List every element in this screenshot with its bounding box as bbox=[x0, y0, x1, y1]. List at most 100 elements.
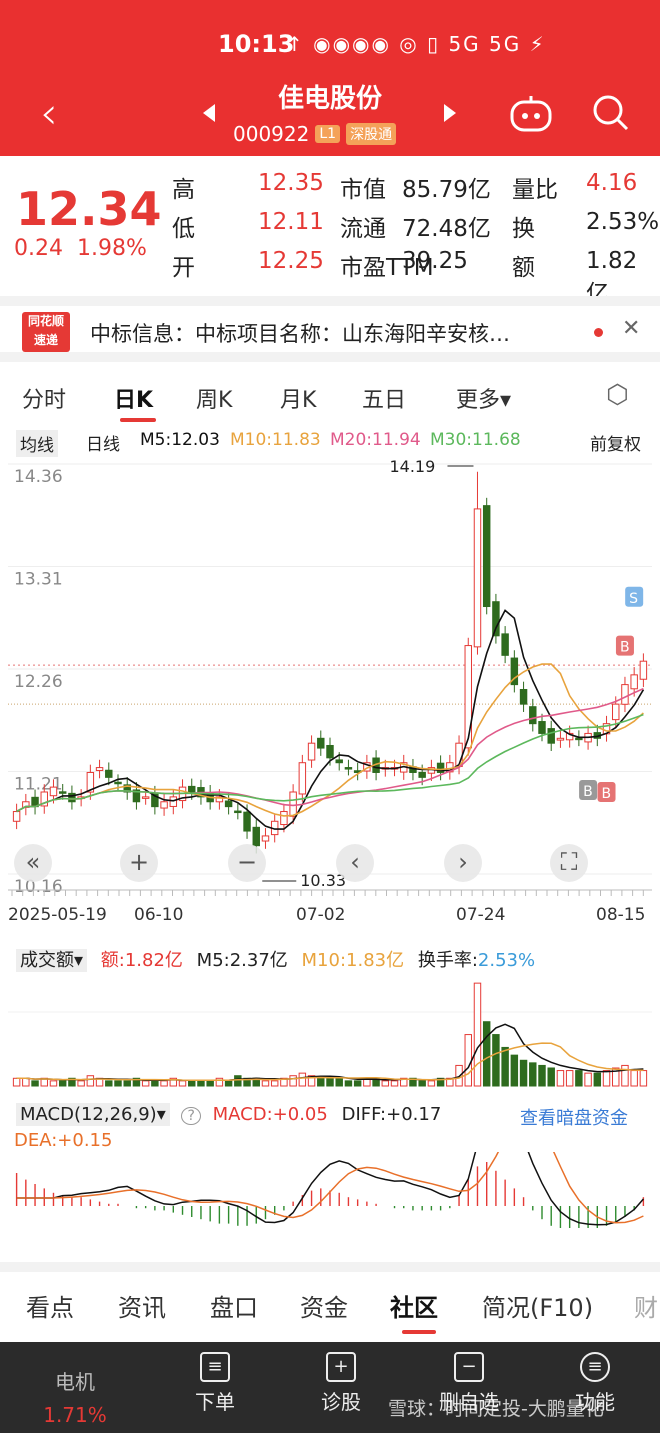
order-icon: ≡ bbox=[200, 1352, 230, 1382]
tab-more[interactable]: 更多▾ bbox=[456, 382, 511, 414]
tab-daily-k[interactable]: 日K bbox=[114, 382, 153, 414]
zoom-out-icon[interactable]: − bbox=[228, 844, 266, 882]
candle-body bbox=[492, 601, 500, 637]
btab-underline bbox=[402, 1330, 436, 1334]
dark-pool-link[interactable]: 查看暗盘资金 bbox=[520, 1104, 628, 1130]
news-logo: 同花顺 速递 bbox=[22, 312, 70, 352]
sector-button[interactable]: 电机 1.71% bbox=[20, 1366, 130, 1427]
volume-bar bbox=[538, 1064, 546, 1087]
dea-value: DEA:+0.15 bbox=[14, 1130, 113, 1151]
news-unread-dot bbox=[594, 328, 603, 337]
x-tick-label: 07-02 bbox=[296, 905, 345, 925]
tab-five-day[interactable]: 五日 bbox=[362, 382, 406, 414]
adjust-mode[interactable]: 前复权 bbox=[590, 430, 641, 455]
next-stock-icon[interactable] bbox=[444, 104, 456, 122]
period-tabs: 分时 日K 周K 月K 五日 更多▾ ⬡ bbox=[0, 372, 660, 422]
volume-bar bbox=[31, 1080, 39, 1087]
volume-amount: 额:1.82亿 bbox=[100, 950, 183, 971]
candle-body bbox=[105, 769, 113, 778]
candle-body bbox=[114, 781, 122, 785]
candle-body bbox=[307, 742, 316, 761]
quote-metric-label: 流通 bbox=[340, 216, 386, 242]
quote-stat-label: 换 bbox=[512, 216, 535, 242]
volume-bar bbox=[547, 1067, 555, 1087]
order-button[interactable]: ≡ 下单 bbox=[160, 1342, 270, 1415]
y-tick-label: 13.31 bbox=[14, 570, 63, 590]
quote-label: 开 bbox=[172, 255, 195, 281]
news-banner[interactable]: 同花顺 速递 中标信息：中标项目名称：山东海阳辛安核… ✕ bbox=[0, 296, 660, 362]
prev-stock-icon[interactable] bbox=[203, 104, 215, 122]
volume-bar bbox=[178, 1080, 187, 1087]
volume-bar bbox=[575, 1070, 583, 1087]
volume-bar bbox=[427, 1080, 436, 1087]
macd-dropdown[interactable]: MACD(12,26,9)▾ bbox=[16, 1103, 170, 1126]
volume-bar bbox=[344, 1080, 353, 1087]
news-text[interactable]: 中标信息：中标项目名称：山东海阳辛安核… bbox=[90, 318, 510, 348]
trade-marker-label: S bbox=[629, 591, 638, 607]
zoom-in-icon[interactable]: + bbox=[120, 844, 158, 882]
fast-back-icon[interactable]: « bbox=[14, 844, 52, 882]
tab-community[interactable]: 社区 bbox=[390, 1288, 438, 1323]
candle-body bbox=[224, 800, 233, 808]
volume-bar bbox=[58, 1080, 67, 1087]
candle-body bbox=[317, 737, 325, 749]
volume-chart[interactable] bbox=[0, 972, 660, 1090]
volume-legend: 成交额▾ 额:1.82亿 M5:2.37亿 M10:1.83亿 换手率:2.53… bbox=[16, 946, 535, 972]
tab-underline bbox=[120, 418, 156, 422]
status-icons: ↑ ◉◉◉◉ ◎ ▯ 5G 5G ⚡ bbox=[286, 32, 546, 56]
turnover-value: 2.53% bbox=[477, 950, 536, 971]
macd-legend: MACD(12,26,9)▾ ? MACD:+0.05 DIFF:+0.17 bbox=[16, 1103, 441, 1126]
stock-code: 000922 bbox=[233, 122, 310, 146]
volume-bar bbox=[381, 1080, 390, 1087]
candle-body bbox=[538, 721, 546, 734]
tab-capital[interactable]: 资金 bbox=[300, 1288, 348, 1323]
volume-bar bbox=[556, 1070, 565, 1087]
trade-marker-label: B bbox=[602, 786, 612, 802]
tab-monthly-k[interactable]: 月K bbox=[280, 382, 316, 414]
trade-marker-label: B bbox=[583, 784, 593, 800]
candle-body bbox=[234, 810, 242, 814]
candle-body bbox=[261, 835, 270, 842]
tab-orderbook[interactable]: 盘口 bbox=[210, 1288, 258, 1323]
volume-bar bbox=[77, 1080, 85, 1087]
quote-label: 高 bbox=[172, 177, 195, 203]
tab-f10[interactable]: 简况(F10) bbox=[482, 1288, 593, 1323]
stock-title: 佳电股份 bbox=[277, 84, 382, 114]
volume-bar bbox=[160, 1080, 168, 1087]
volume-bar bbox=[123, 1080, 131, 1087]
ma-type-dropdown[interactable]: 均线 bbox=[16, 430, 58, 457]
tab-highlights[interactable]: 看点 bbox=[26, 1288, 74, 1323]
quote-metric-label: 市值 bbox=[340, 177, 386, 203]
quote-label: 低 bbox=[172, 216, 195, 242]
volume-bar bbox=[492, 1034, 500, 1087]
tab-intraday[interactable]: 分时 bbox=[22, 382, 66, 414]
tab-weekly-k[interactable]: 周K bbox=[196, 382, 232, 414]
volume-bar bbox=[261, 1080, 270, 1087]
minus-icon: − bbox=[454, 1352, 484, 1382]
scroll-right-icon[interactable]: › bbox=[444, 844, 482, 882]
tab-finance[interactable]: 财 bbox=[634, 1288, 658, 1323]
quote-metric-value: 72.48亿 bbox=[402, 216, 491, 242]
volume-dropdown[interactable]: 成交额▾ bbox=[16, 949, 88, 972]
y-tick-label: 14.36 bbox=[14, 467, 63, 487]
candle-body bbox=[280, 811, 288, 826]
ma-period: 日线 bbox=[86, 435, 120, 455]
close-icon[interactable]: ✕ bbox=[622, 316, 640, 341]
tab-news[interactable]: 资讯 bbox=[118, 1288, 166, 1323]
scroll-left-icon[interactable]: ‹ bbox=[336, 844, 374, 882]
volume-bar bbox=[565, 1070, 574, 1087]
volume-bar bbox=[141, 1080, 150, 1087]
settings-icon[interactable]: ⬡ bbox=[606, 380, 629, 410]
quote-stat-value: 2.53% bbox=[586, 209, 660, 235]
quote-stat-label: 额 bbox=[512, 255, 535, 281]
news-logo-bottom: 速递 bbox=[33, 333, 58, 347]
watermark: 雪球：时间定投-大鹏量化 bbox=[388, 1398, 604, 1420]
candle-body bbox=[630, 674, 638, 690]
robot-icon[interactable] bbox=[508, 94, 554, 134]
volume-bar bbox=[86, 1075, 95, 1087]
help-icon[interactable]: ? bbox=[181, 1107, 201, 1125]
fullscreen-icon[interactable]: ⛶ bbox=[550, 844, 588, 882]
diagnose-button[interactable]: + 诊股 bbox=[286, 1342, 396, 1415]
macd-chart[interactable] bbox=[0, 1152, 660, 1248]
search-icon[interactable] bbox=[592, 94, 630, 132]
